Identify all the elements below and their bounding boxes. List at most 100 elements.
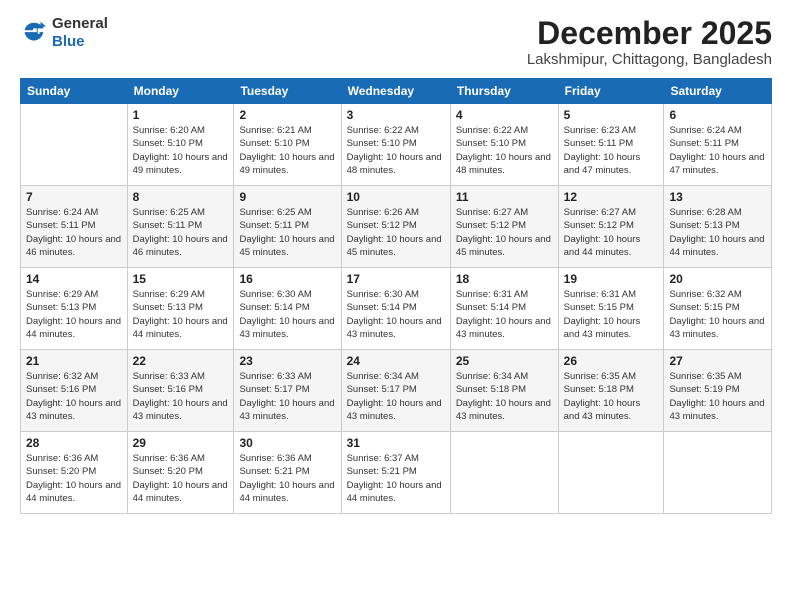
day-info: Sunrise: 6:28 AM Sunset: 5:13 PM Dayligh… bbox=[669, 206, 766, 259]
header-wednesday: Wednesday bbox=[341, 79, 450, 104]
day-info: Sunrise: 6:36 AM Sunset: 5:21 PM Dayligh… bbox=[239, 452, 335, 505]
day-number: 13 bbox=[669, 190, 766, 204]
calendar-cell: 5 Sunrise: 6:23 AM Sunset: 5:11 PM Daylig… bbox=[558, 104, 664, 186]
day-info: Sunrise: 6:24 AM Sunset: 5:11 PM Dayligh… bbox=[669, 124, 766, 177]
calendar-cell: 19 Sunrise: 6:31 AM Sunset: 5:15 PM Dayli… bbox=[558, 268, 664, 350]
calendar-cell: 4 Sunrise: 6:22 AM Sunset: 5:10 PM Daylig… bbox=[450, 104, 558, 186]
calendar-week-2: 14 Sunrise: 6:29 AM Sunset: 5:13 PM Dayli… bbox=[21, 268, 772, 350]
calendar-cell: 17Sunrise: 6:30 AM Sunset: 5:14 PM Dayli… bbox=[341, 268, 450, 350]
day-number: 16 bbox=[239, 272, 335, 286]
day-info: Sunrise: 6:31 AM Sunset: 5:14 PM Dayligh… bbox=[456, 288, 553, 341]
day-number: 15 bbox=[133, 272, 229, 286]
day-info: Sunrise: 6:20 AM Sunset: 5:10 PM Dayligh… bbox=[133, 124, 229, 177]
day-info: Sunrise: 6:22 AM Sunset: 5:10 PM Dayligh… bbox=[347, 124, 445, 177]
logo-general: General bbox=[52, 16, 108, 33]
day-number: 9 bbox=[239, 190, 335, 204]
calendar-week-3: 21 Sunrise: 6:32 AM Sunset: 5:16 PM Dayli… bbox=[21, 350, 772, 432]
day-info: Sunrise: 6:32 AM Sunset: 5:15 PM Dayligh… bbox=[669, 288, 766, 341]
logo-icon bbox=[20, 19, 48, 47]
day-info: Sunrise: 6:37 AM Sunset: 5:21 PM Dayligh… bbox=[347, 452, 445, 505]
calendar-table: Sunday Monday Tuesday Wednesday Thursday… bbox=[20, 78, 772, 514]
logo-text: General Blue bbox=[52, 16, 108, 51]
header-tuesday: Tuesday bbox=[234, 79, 341, 104]
calendar-cell: 30Sunrise: 6:36 AM Sunset: 5:21 PM Dayli… bbox=[234, 432, 341, 514]
calendar-cell: 3 Sunrise: 6:22 AM Sunset: 5:10 PM Daylig… bbox=[341, 104, 450, 186]
day-number: 18 bbox=[456, 272, 553, 286]
day-number: 8 bbox=[133, 190, 229, 204]
calendar-cell bbox=[450, 432, 558, 514]
calendar-cell: 14 Sunrise: 6:29 AM Sunset: 5:13 PM Dayli… bbox=[21, 268, 128, 350]
calendar-cell: 24Sunrise: 6:34 AM Sunset: 5:17 PM Dayli… bbox=[341, 350, 450, 432]
day-info: Sunrise: 6:21 AM Sunset: 5:10 PM Dayligh… bbox=[239, 124, 335, 177]
location-title: Lakshmipur, Chittagong, Bangladesh bbox=[527, 51, 772, 68]
day-number: 4 bbox=[456, 108, 553, 122]
day-info: Sunrise: 6:23 AM Sunset: 5:11 PM Dayligh… bbox=[564, 124, 659, 177]
calendar-cell bbox=[664, 432, 772, 514]
day-info: Sunrise: 6:25 AM Sunset: 5:11 PM Dayligh… bbox=[239, 206, 335, 259]
header-thursday: Thursday bbox=[450, 79, 558, 104]
calendar-cell: 18 Sunrise: 6:31 AM Sunset: 5:14 PM Dayli… bbox=[450, 268, 558, 350]
day-info: Sunrise: 6:31 AM Sunset: 5:15 PM Dayligh… bbox=[564, 288, 659, 341]
header-sunday: Sunday bbox=[21, 79, 128, 104]
day-number: 10 bbox=[347, 190, 445, 204]
day-number: 20 bbox=[669, 272, 766, 286]
day-number: 19 bbox=[564, 272, 659, 286]
day-number: 31 bbox=[347, 436, 445, 450]
day-number: 29 bbox=[133, 436, 229, 450]
day-number: 7 bbox=[26, 190, 122, 204]
calendar-cell: 16 Sunrise: 6:30 AM Sunset: 5:14 PM Dayli… bbox=[234, 268, 341, 350]
day-number: 3 bbox=[347, 108, 445, 122]
day-number: 21 bbox=[26, 354, 122, 368]
day-info: Sunrise: 6:30 AM Sunset: 5:14 PM Dayligh… bbox=[239, 288, 335, 341]
day-info: Sunrise: 6:27 AM Sunset: 5:12 PM Dayligh… bbox=[564, 206, 659, 259]
day-info: Sunrise: 6:29 AM Sunset: 5:13 PM Dayligh… bbox=[26, 288, 122, 341]
title-area: December 2025 Lakshmipur, Chittagong, Ba… bbox=[527, 16, 772, 68]
header-friday: Friday bbox=[558, 79, 664, 104]
calendar-cell: 23Sunrise: 6:33 AM Sunset: 5:17 PM Dayli… bbox=[234, 350, 341, 432]
calendar-cell bbox=[558, 432, 664, 514]
month-title: December 2025 bbox=[527, 16, 772, 51]
day-info: Sunrise: 6:24 AM Sunset: 5:11 PM Dayligh… bbox=[26, 206, 122, 259]
calendar-cell: 2Sunrise: 6:21 AM Sunset: 5:10 PM Daylig… bbox=[234, 104, 341, 186]
calendar-cell: 22 Sunrise: 6:33 AM Sunset: 5:16 PM Dayli… bbox=[127, 350, 234, 432]
day-number: 5 bbox=[564, 108, 659, 122]
day-info: Sunrise: 6:36 AM Sunset: 5:20 PM Dayligh… bbox=[26, 452, 122, 505]
day-number: 24 bbox=[347, 354, 445, 368]
day-info: Sunrise: 6:33 AM Sunset: 5:16 PM Dayligh… bbox=[133, 370, 229, 423]
calendar-cell: 12Sunrise: 6:27 AM Sunset: 5:12 PM Dayli… bbox=[558, 186, 664, 268]
calendar-cell: 7 Sunrise: 6:24 AM Sunset: 5:11 PM Daylig… bbox=[21, 186, 128, 268]
calendar-header-row: Sunday Monday Tuesday Wednesday Thursday… bbox=[21, 79, 772, 104]
header: General Blue December 2025 Lakshmipur, C… bbox=[20, 16, 772, 68]
calendar-cell: 21 Sunrise: 6:32 AM Sunset: 5:16 PM Dayli… bbox=[21, 350, 128, 432]
day-number: 25 bbox=[456, 354, 553, 368]
calendar-cell: 27Sunrise: 6:35 AM Sunset: 5:19 PM Dayli… bbox=[664, 350, 772, 432]
calendar-cell: 1Sunrise: 6:20 AM Sunset: 5:10 PM Daylig… bbox=[127, 104, 234, 186]
calendar-cell bbox=[21, 104, 128, 186]
calendar-week-0: 1Sunrise: 6:20 AM Sunset: 5:10 PM Daylig… bbox=[21, 104, 772, 186]
day-number: 26 bbox=[564, 354, 659, 368]
day-info: Sunrise: 6:29 AM Sunset: 5:13 PM Dayligh… bbox=[133, 288, 229, 341]
day-number: 27 bbox=[669, 354, 766, 368]
calendar-cell: 31 Sunrise: 6:37 AM Sunset: 5:21 PM Dayli… bbox=[341, 432, 450, 514]
calendar-cell: 15 Sunrise: 6:29 AM Sunset: 5:13 PM Dayli… bbox=[127, 268, 234, 350]
day-number: 14 bbox=[26, 272, 122, 286]
day-info: Sunrise: 6:30 AM Sunset: 5:14 PM Dayligh… bbox=[347, 288, 445, 341]
calendar-cell: 6 Sunrise: 6:24 AM Sunset: 5:11 PM Daylig… bbox=[664, 104, 772, 186]
calendar-week-4: 28Sunrise: 6:36 AM Sunset: 5:20 PM Dayli… bbox=[21, 432, 772, 514]
calendar-cell: 8Sunrise: 6:25 AM Sunset: 5:11 PM Daylig… bbox=[127, 186, 234, 268]
calendar-cell: 29Sunrise: 6:36 AM Sunset: 5:20 PM Dayli… bbox=[127, 432, 234, 514]
day-number: 22 bbox=[133, 354, 229, 368]
day-info: Sunrise: 6:22 AM Sunset: 5:10 PM Dayligh… bbox=[456, 124, 553, 177]
calendar-week-1: 7 Sunrise: 6:24 AM Sunset: 5:11 PM Daylig… bbox=[21, 186, 772, 268]
calendar-cell: 28Sunrise: 6:36 AM Sunset: 5:20 PM Dayli… bbox=[21, 432, 128, 514]
day-info: Sunrise: 6:32 AM Sunset: 5:16 PM Dayligh… bbox=[26, 370, 122, 423]
logo-blue: Blue bbox=[52, 33, 85, 50]
logo: General Blue bbox=[20, 16, 108, 51]
header-monday: Monday bbox=[127, 79, 234, 104]
calendar-cell: 11Sunrise: 6:27 AM Sunset: 5:12 PM Dayli… bbox=[450, 186, 558, 268]
calendar-cell: 10Sunrise: 6:26 AM Sunset: 5:12 PM Dayli… bbox=[341, 186, 450, 268]
day-info: Sunrise: 6:34 AM Sunset: 5:18 PM Dayligh… bbox=[456, 370, 553, 423]
calendar-cell: 20 Sunrise: 6:32 AM Sunset: 5:15 PM Dayli… bbox=[664, 268, 772, 350]
calendar-cell: 25 Sunrise: 6:34 AM Sunset: 5:18 PM Dayli… bbox=[450, 350, 558, 432]
day-number: 6 bbox=[669, 108, 766, 122]
